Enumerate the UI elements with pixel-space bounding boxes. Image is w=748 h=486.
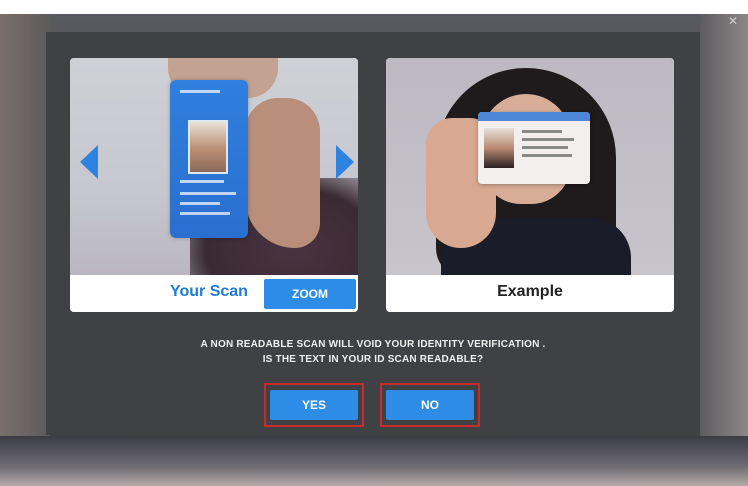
id-card-image	[170, 80, 248, 238]
example-image	[386, 58, 674, 275]
example-id-card	[478, 112, 590, 184]
your-scan-caption: Your Scan	[170, 283, 248, 300]
yes-button[interactable]: YES	[270, 390, 358, 420]
background-bottom	[0, 436, 748, 486]
your-scan-caption-row: Your Scan ZOOM	[70, 275, 358, 312]
top-bar	[0, 0, 748, 14]
yes-button-highlight: YES	[264, 383, 364, 427]
arrow-left-icon[interactable]	[80, 145, 98, 179]
void-warning-text: A NON READABLE SCAN WILL VOID YOUR IDENT…	[200, 339, 546, 350]
readability-question: IS THE TEXT IN YOUR ID SCAN READABLE?	[262, 354, 484, 365]
no-button[interactable]: NO	[386, 390, 474, 420]
example-caption-row: Example	[386, 275, 674, 312]
zoom-button[interactable]: ZOOM	[264, 279, 356, 309]
close-icon[interactable]: ✕	[728, 14, 738, 28]
example-panel: Example	[386, 58, 674, 312]
your-scan-panel: Your Scan ZOOM	[70, 58, 358, 312]
arrow-right-icon[interactable]	[336, 145, 354, 179]
your-scan-image	[70, 58, 358, 275]
background-left	[0, 14, 50, 486]
example-caption: Example	[497, 283, 563, 300]
scan-review-modal: Your Scan ZOOM Example A NON READABLE SC	[46, 32, 700, 435]
background-right	[700, 14, 748, 486]
no-button-highlight: NO	[380, 383, 480, 427]
